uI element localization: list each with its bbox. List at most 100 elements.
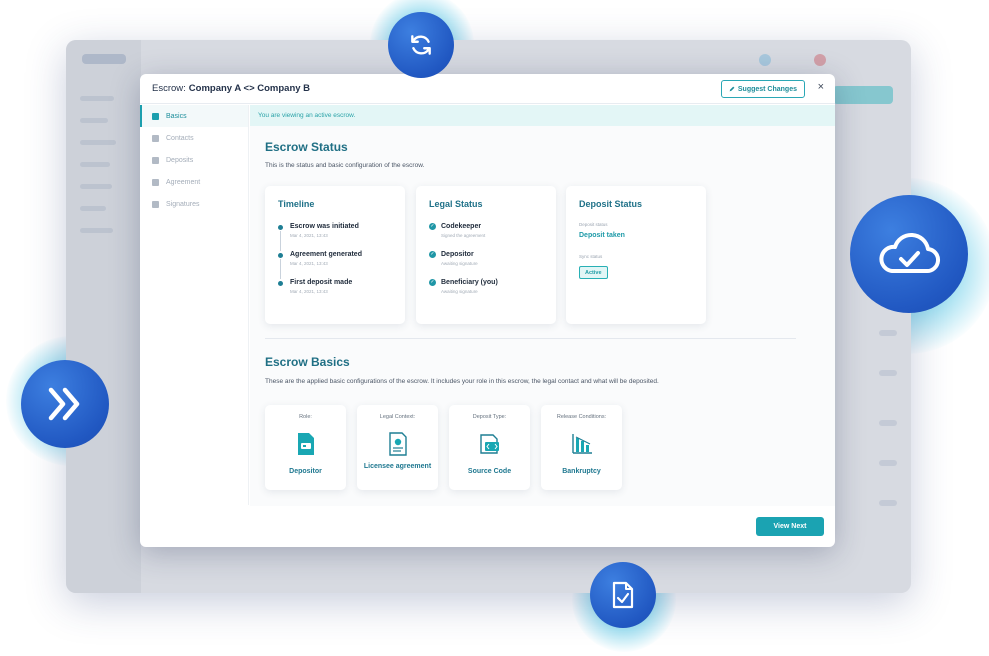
timeline-label: Escrow was initiated	[290, 223, 359, 230]
sidebar-item-contacts[interactable]: Contacts	[140, 127, 248, 149]
pencil-icon	[729, 86, 735, 92]
timeline-dot	[278, 225, 283, 230]
background-row	[879, 330, 897, 336]
signatures-icon	[152, 200, 159, 208]
refresh-icon	[411, 35, 431, 55]
release-conditions-card: Release Conditions: Bankruptcy	[541, 405, 622, 490]
background-line	[80, 162, 110, 167]
timeline-connector	[280, 231, 281, 251]
view-next-button[interactable]: View Next	[756, 517, 824, 536]
legal-status-sub: Signed the agreement	[441, 233, 486, 238]
background-line	[80, 140, 116, 145]
escrow-status-description: This is the status and basic configurati…	[265, 162, 425, 169]
bankruptcy-icon	[572, 434, 592, 454]
main-content: Escrow Status This is the status and bas…	[250, 126, 835, 506]
deposit-type-value: Source Code	[467, 468, 512, 475]
escrow-status-title: Escrow Status	[265, 140, 348, 154]
sync-status-label: Sync status	[579, 254, 603, 259]
double-chevron-right-icon	[48, 387, 80, 421]
legal-status-label: Codekeeper	[441, 223, 482, 230]
escrow-basics-description: These are the applied basic configuratio…	[265, 378, 659, 385]
legal-status-sub: Awaiting signature	[441, 289, 478, 294]
timeline-label: Agreement generated	[290, 251, 362, 258]
legal-status-label: Depositor	[441, 251, 474, 258]
sidebar-item-agreement[interactable]: Agreement	[140, 171, 248, 193]
timeline-date: Mar 4, 2021, 13:43	[290, 233, 328, 238]
deposit-status-card: Deposit Status Deposit status Deposit ta…	[566, 186, 706, 324]
deposit-status-title: Deposit Status	[579, 199, 643, 209]
sidebar-item-label: Contacts	[166, 134, 194, 142]
cloud-bubble	[850, 195, 968, 313]
timeline-date: Mar 4, 2021, 13:43	[290, 261, 328, 266]
background-line	[80, 206, 106, 211]
document-check-icon	[612, 581, 634, 609]
background-row	[879, 500, 897, 506]
deposit-type-label: Deposit Type:	[472, 414, 507, 420]
deposit-status-label: Deposit status	[579, 222, 608, 227]
source-code-icon	[480, 434, 499, 454]
suggest-changes-label: Suggest Changes	[737, 85, 797, 93]
agreement-icon	[152, 178, 159, 186]
sidebar-item-deposits[interactable]: Deposits	[140, 149, 248, 171]
background-logo	[82, 54, 126, 64]
suggest-changes-button[interactable]: Suggest Changes	[720, 80, 805, 98]
background-line	[80, 184, 112, 189]
timeline-card: Timeline Escrow was initiated Mar 4, 202…	[265, 186, 405, 324]
legal-context-label: Legal Context:	[379, 414, 416, 420]
section-divider	[265, 338, 796, 339]
background-row	[879, 370, 897, 376]
background-button	[833, 86, 893, 104]
sidebar-item-label: Deposits	[166, 156, 194, 164]
timeline-connector	[280, 259, 281, 279]
timeline-label: First deposit made	[290, 279, 353, 286]
legal-status-label: Beneficiary (you)	[441, 279, 498, 286]
sidebar-item-basics[interactable]: Basics	[140, 105, 248, 127]
role-card: Role: Depositor	[265, 405, 346, 490]
modal-sidebar: Basics Contacts Deposits Agreement Signa…	[140, 105, 249, 505]
deposit-type-card: Deposit Type: Source Code	[449, 405, 530, 490]
escrow-modal: Escrow: Company A <> Company B Suggest Ch…	[140, 74, 835, 547]
licensee-icon	[389, 432, 407, 456]
document-bubble	[590, 562, 656, 628]
sidebar-item-signatures[interactable]: Signatures	[140, 193, 248, 215]
timeline-dot	[278, 281, 283, 286]
background-line	[80, 228, 113, 233]
close-icon[interactable]: ×	[818, 82, 824, 93]
legal-context-card: Legal Context: Licensee agreement	[357, 405, 438, 490]
background-dot	[759, 54, 771, 66]
background-row	[879, 420, 897, 426]
modal-header: Escrow: Company A <> Company B Suggest Ch…	[140, 74, 835, 104]
check-icon: ✓	[429, 223, 436, 230]
legal-context-value: Licensee agreement	[363, 463, 432, 470]
background-dot	[814, 54, 826, 66]
background-row	[879, 460, 897, 466]
refresh-bubble	[388, 12, 454, 78]
legal-status-title: Legal Status	[429, 199, 483, 209]
release-conditions-label: Release Conditions:	[556, 414, 607, 420]
check-icon: ✓	[429, 279, 436, 286]
timeline-title: Timeline	[278, 199, 315, 209]
timeline-date: Mar 4, 2021, 13:43	[290, 289, 328, 294]
forward-bubble	[21, 360, 109, 448]
check-icon: ✓	[429, 251, 436, 258]
legal-status-sub: Awaiting signature	[441, 261, 478, 266]
background-line	[80, 118, 108, 123]
sidebar-item-label: Basics	[166, 112, 187, 120]
deposit-status-value: Deposit taken	[579, 232, 625, 239]
depositor-icon	[298, 433, 314, 455]
role-value: Depositor	[289, 468, 322, 475]
role-label: Role:	[299, 414, 312, 420]
legal-status-card: Legal Status ✓ Codekeeper Signed the agr…	[416, 186, 556, 324]
sidebar-item-label: Signatures	[166, 200, 200, 208]
basics-icon	[152, 112, 159, 120]
deposits-icon	[152, 156, 159, 164]
sync-status-badge: Active	[579, 266, 608, 279]
timeline-dot	[278, 253, 283, 258]
sidebar-item-label: Agreement	[166, 178, 201, 186]
cloud-check-icon	[879, 232, 941, 274]
active-escrow-banner: You are viewing an active escrow.	[250, 105, 835, 126]
release-conditions-value: Bankruptcy	[562, 468, 601, 475]
escrow-basics-title: Escrow Basics	[265, 355, 350, 369]
modal-title: Escrow: Company A <> Company B	[152, 83, 311, 94]
contacts-icon	[152, 134, 159, 142]
